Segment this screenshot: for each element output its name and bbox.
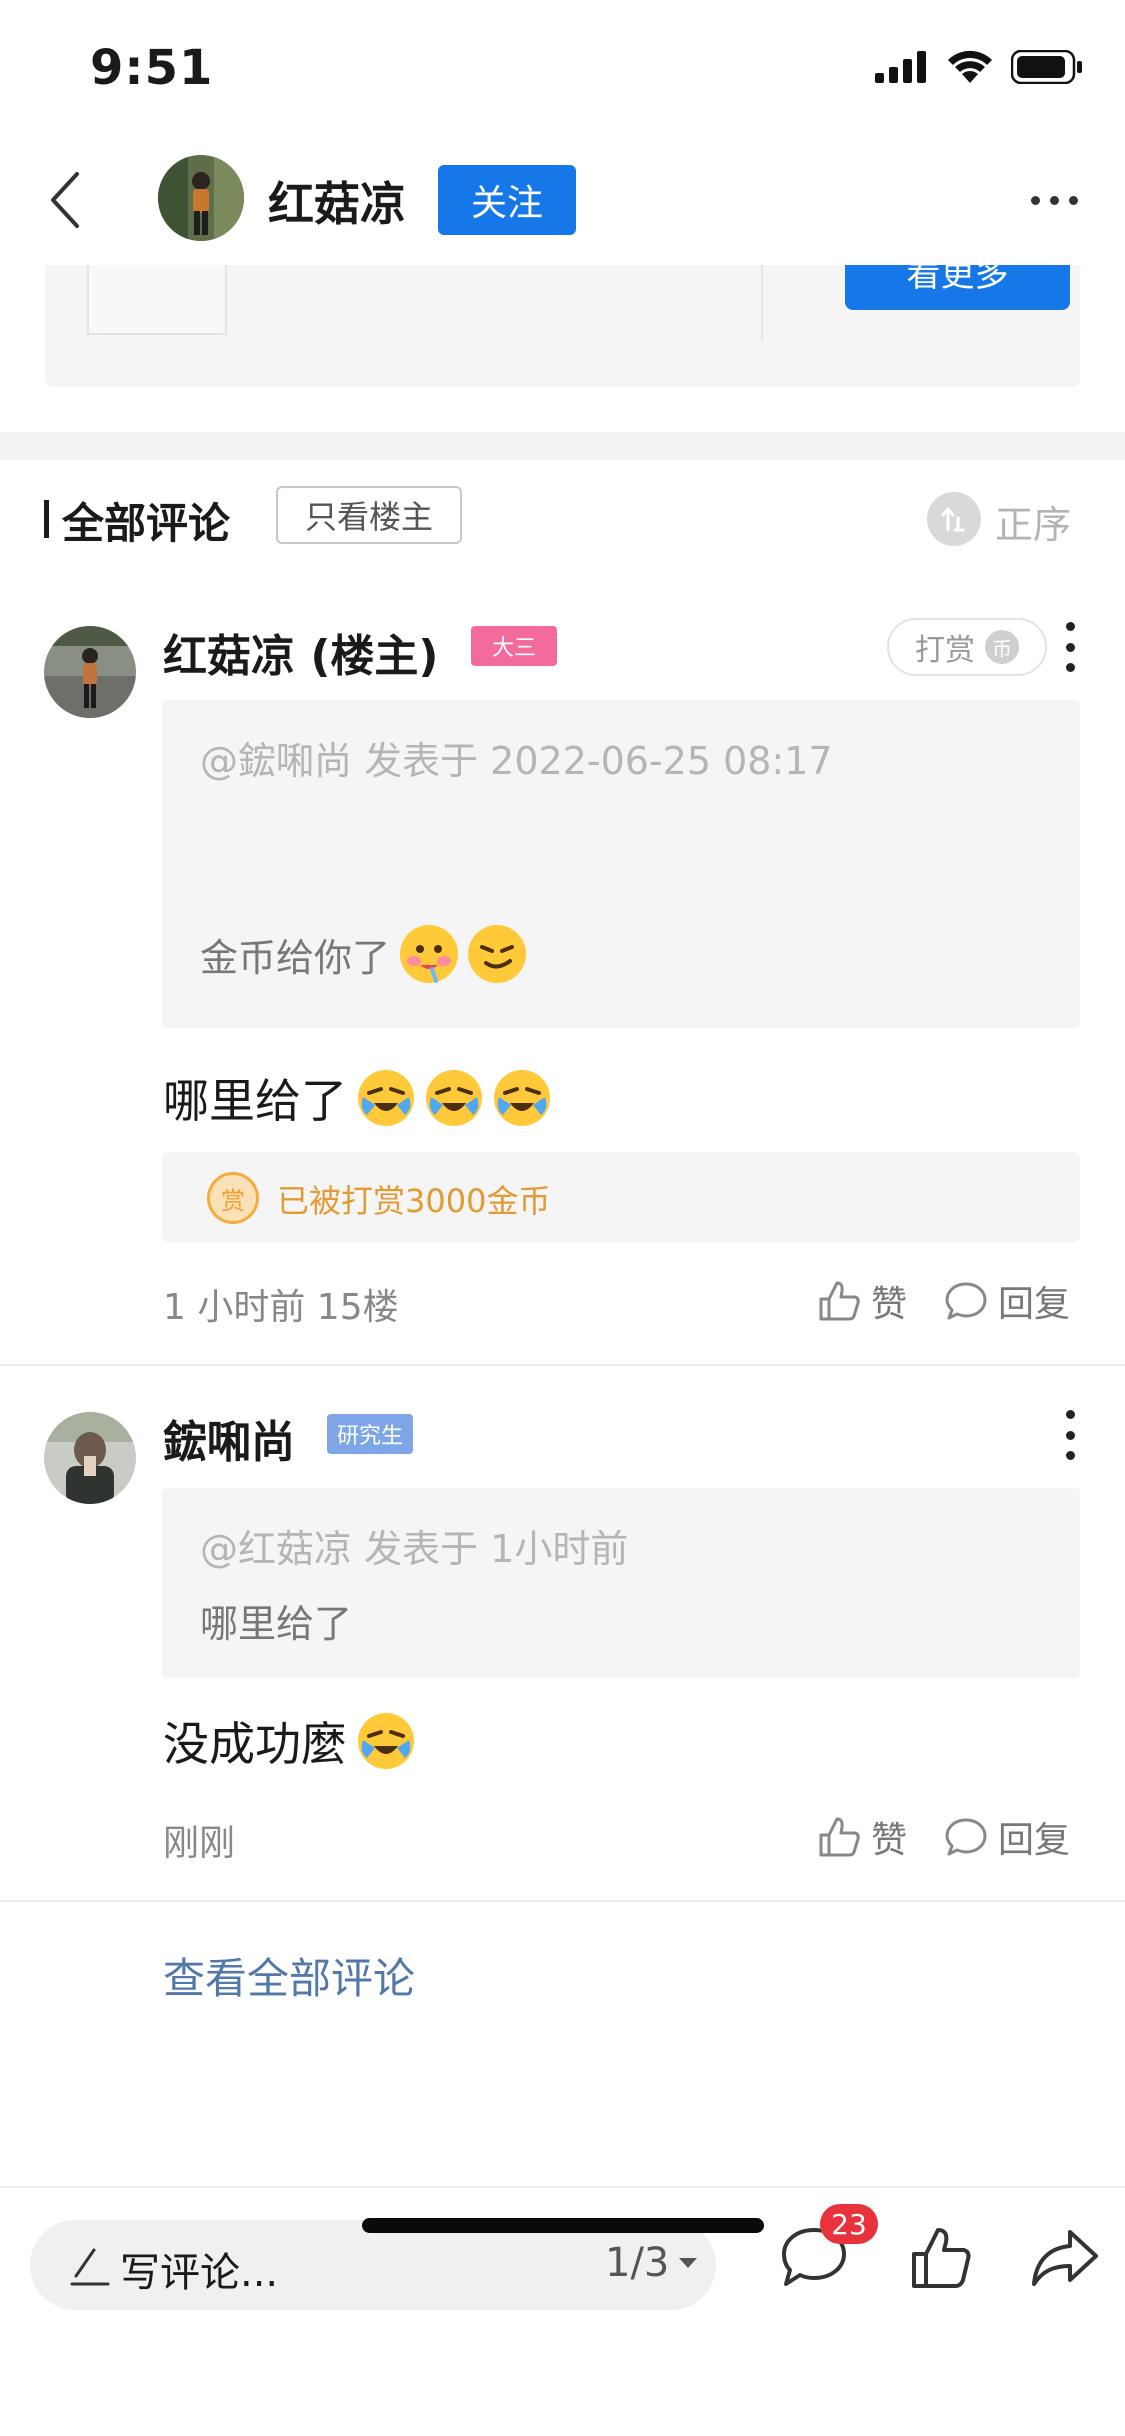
home-indicator — [362, 2218, 764, 2233]
author-name[interactable]: 红菇凉 — [268, 168, 406, 234]
battery-icon — [1011, 50, 1082, 84]
comments-title: 全部评论 — [62, 499, 231, 548]
comments-header: 全部评论 只看楼主 正序 — [0, 480, 1125, 560]
tip-button[interactable]: 打赏 币 — [887, 618, 1047, 676]
follow-button[interactable]: 关注 — [438, 165, 576, 235]
card-thumbnail — [87, 265, 227, 335]
like-icon — [819, 1817, 860, 1857]
comment-item: 红菇凉 (楼主) 大三 打赏 币 @鋐啝尚 发表于 2022-06-25 08:… — [0, 610, 1125, 1370]
drooling-emoji-icon — [400, 925, 459, 983]
only-op-button[interactable]: 只看楼主 — [276, 486, 462, 544]
like-button[interactable]: 赞 — [817, 1811, 907, 1863]
reward-coin-icon: 赏 — [207, 1172, 259, 1224]
commenter-name[interactable]: 鋐啝尚 — [163, 1406, 295, 1470]
page-indicator[interactable]: 1/3 — [605, 2240, 699, 2286]
back-button[interactable] — [30, 165, 100, 235]
sort-icon[interactable] — [927, 492, 981, 546]
grade-badge: 大三 — [471, 626, 557, 666]
pencil-icon — [70, 2248, 110, 2286]
commenter-name[interactable]: 红菇凉 (楼主) — [163, 620, 439, 684]
comment-meta: 1 小时前 15楼 — [163, 1287, 399, 1328]
crying-laughing-emoji-icon — [493, 1069, 551, 1127]
post-card: 看更多 — [45, 265, 1080, 387]
comment-menu-button[interactable] — [1058, 622, 1082, 672]
quote-meta: @鋐啝尚 发表于 2022-06-25 08:17 — [200, 739, 833, 783]
crying-laughing-emoji-icon — [357, 1069, 415, 1127]
grade-badge: 研究生 — [327, 1414, 413, 1454]
reply-button[interactable]: 回复 — [944, 1275, 1070, 1327]
avatar[interactable] — [44, 1412, 136, 1504]
back-icon — [51, 172, 79, 228]
comment-count-badge: 23 — [820, 2204, 878, 2244]
coin-icon: 币 — [985, 630, 1019, 664]
see-more-button[interactable]: 看更多 — [845, 265, 1070, 310]
comment-input[interactable]: 写评论... 1/3 — [30, 2220, 716, 2310]
more-button[interactable] — [1019, 175, 1089, 225]
quote-text: 金币给你了 — [200, 925, 527, 983]
comment-item: 鋐啝尚 研究生 @红菇凉 发表于 1小时前 哪里给了 没成功麼 刚刚 赞 回复 — [0, 1396, 1125, 1896]
comment-meta: 刚刚 — [163, 1823, 236, 1864]
chevron-down-icon — [679, 2258, 698, 2268]
avatar[interactable] — [44, 626, 136, 718]
reply-icon — [945, 1818, 987, 1856]
like-icon — [819, 1281, 860, 1321]
status-icons — [875, 50, 1083, 84]
comment-divider — [0, 1900, 1125, 1902]
quote-text: 哪里给了 — [200, 1602, 353, 1646]
sort-toggle[interactable]: 正序 — [995, 494, 1071, 549]
quoted-reply: @鋐啝尚 发表于 2022-06-25 08:17 金币给你了 — [162, 700, 1080, 1028]
reply-button[interactable]: 回复 — [944, 1811, 1070, 1863]
comment-menu-button[interactable] — [1058, 1410, 1082, 1460]
comment-placeholder: 写评论... — [120, 2250, 279, 2296]
nav-bar: 红菇凉 关注 — [0, 140, 1125, 265]
reply-icon — [945, 1282, 987, 1320]
more-icon — [1030, 195, 1078, 205]
share-icon[interactable] — [1030, 2226, 1100, 2288]
like-button[interactable]: 赞 — [817, 1275, 907, 1327]
section-separator — [0, 432, 1125, 460]
smirk-emoji-icon — [468, 925, 527, 983]
view-all-comments-link[interactable]: 查看全部评论 — [163, 1945, 415, 2006]
quote-meta: @红菇凉 发表于 1小时前 — [200, 1527, 629, 1571]
comment-text: 哪里给了 — [163, 1065, 551, 1131]
avatar[interactable] — [158, 155, 244, 241]
crying-laughing-emoji-icon — [425, 1069, 483, 1127]
comment-text: 没成功麼 — [163, 1708, 415, 1774]
reward-text: 已被打赏3000金币 — [277, 1182, 551, 1220]
wifi-icon — [948, 50, 992, 83]
crying-laughing-emoji-icon — [357, 1712, 415, 1770]
quoted-reply: @红菇凉 发表于 1小时前 哪里给了 — [162, 1488, 1080, 1678]
signal-icon — [875, 51, 926, 83]
status-bar: 9:51 — [0, 0, 1125, 140]
comment-divider — [0, 1364, 1125, 1366]
status-time: 9:51 — [90, 40, 214, 96]
thumb-icon[interactable] — [908, 2226, 974, 2292]
reward-notice: 赏 已被打赏3000金币 — [162, 1152, 1080, 1242]
